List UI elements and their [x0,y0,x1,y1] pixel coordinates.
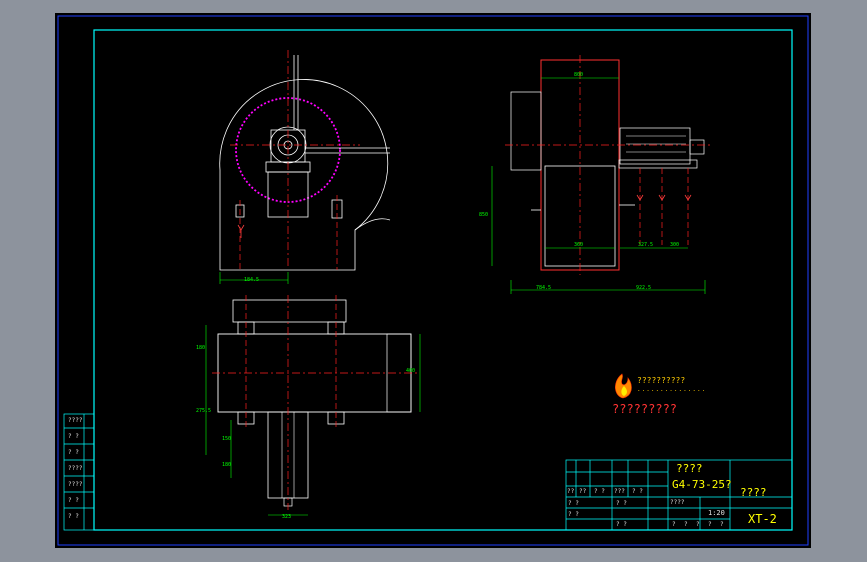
revision-cell-1: ???? [68,417,83,424]
title-model: G4-73-25? [672,478,732,491]
bottom-cell-2: ? [684,521,688,528]
logo-name: ?????????? [637,376,686,385]
drawing-note: ????????? [612,402,678,416]
logo-subtitle: ............... [637,386,707,393]
revision-cell-7: ? ? [68,513,79,520]
dim-plan-bottom: 323 [282,514,292,520]
revision-cell-6: ? ? [68,497,79,504]
dim-plan-upper: 180 [196,345,206,351]
dim-side-left: 784.5 [536,285,552,291]
dim-plan-depth: 400 [406,368,416,374]
revision-cell-4: ???? [68,465,83,472]
title-name-label: ???? [676,462,703,475]
header-cell-2: ?? [579,488,587,495]
dim-plan-low2: 180 [222,462,232,468]
dim-side-gap: 327.5 [638,242,654,248]
dim-side-right: 922.5 [636,285,652,291]
bottom-cell-3: ? [696,521,700,528]
title-company: ???? [740,486,767,499]
row-cell-1: ? ? [568,500,579,507]
dim-side-height: 850 [479,212,489,218]
header-cell-1: ?? [567,488,575,495]
revision-cell-2: ? ? [68,433,79,440]
title-drawing-number: XT-2 [748,512,777,526]
header-cell-3: ? ? [594,488,605,495]
header-cell-4: ??? [614,488,625,495]
bottom-cell-5: ? [720,521,724,528]
row-cell-2: ? ? [568,511,579,518]
header-cell-5: ? ? [632,488,643,495]
dim-plan-low1: 150 [222,436,232,442]
dim-plan-mid: 275.5 [196,408,212,414]
cad-drawing-canvas[interactable] [0,0,867,562]
title-scale: 1:20 [708,509,725,517]
dim-side-opening: 360 [574,242,584,248]
dim-front-width: 184.5 [244,277,260,283]
dim-side-top: 800 [574,72,584,78]
bottom-cell-1: ? [672,521,676,528]
revision-cell-3: ? ? [68,449,79,456]
dim-side-foot: 300 [670,242,680,248]
bottom-cell-4: ? [708,521,712,528]
row-cell-4: ? ? [616,521,627,528]
revision-cell-5: ???? [68,481,83,488]
row-cell-3: ? ? [616,500,627,507]
title-ratio-label: ???? [670,499,685,506]
